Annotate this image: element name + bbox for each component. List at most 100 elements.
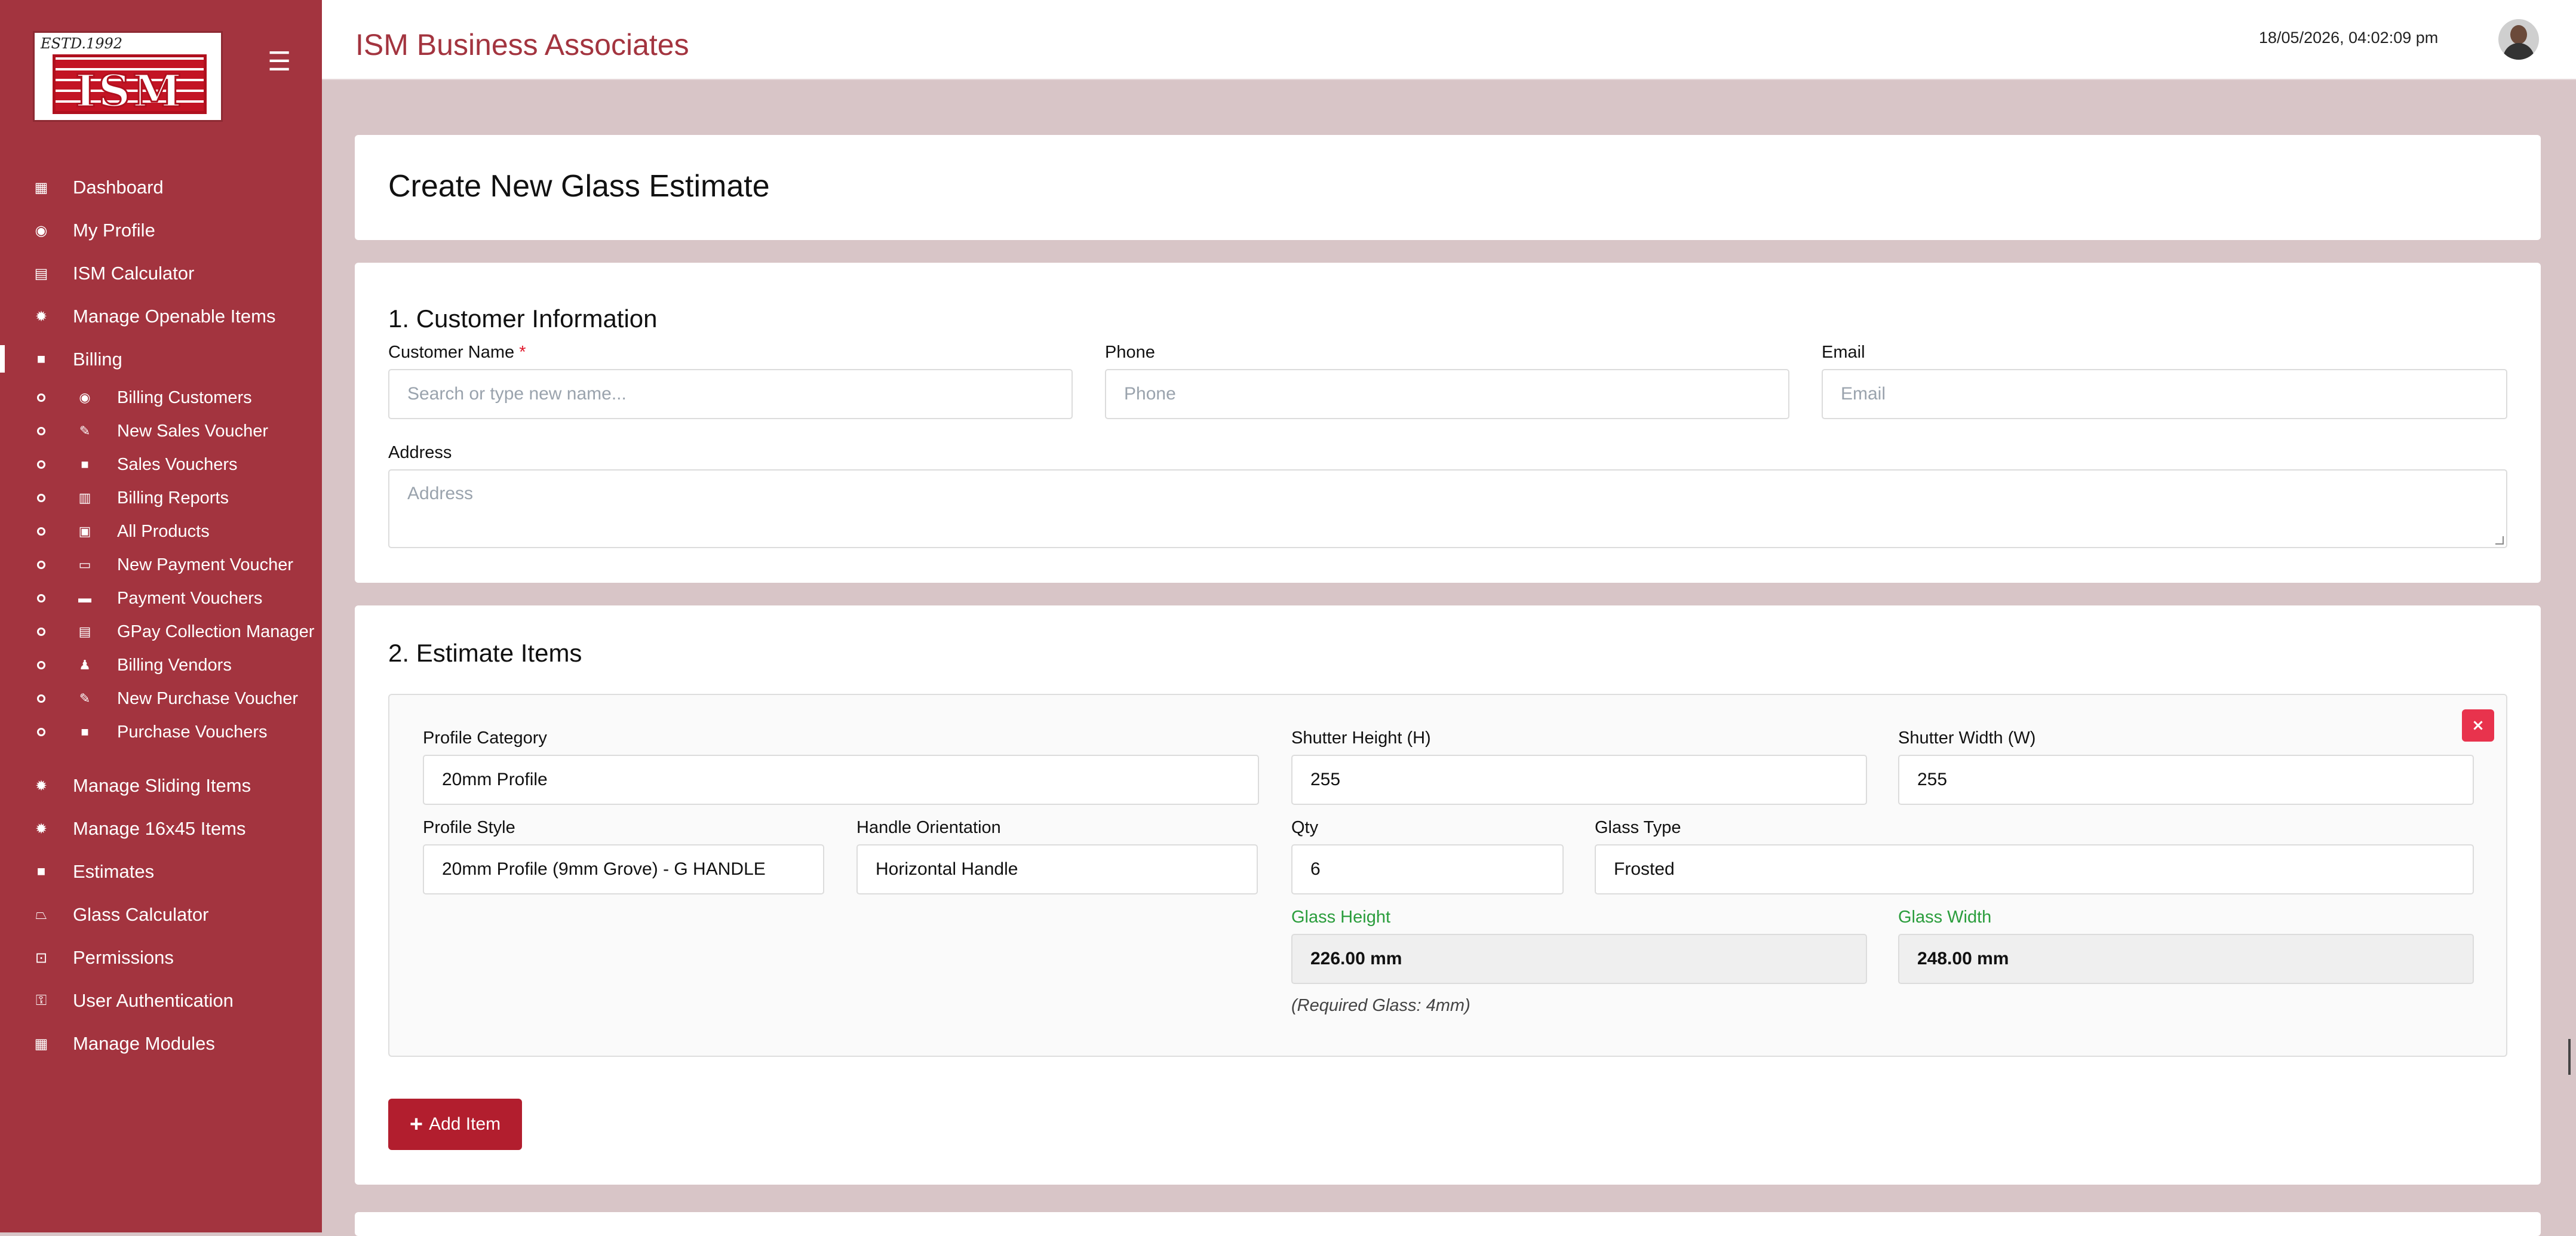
modules-icon: ▦	[34, 1035, 48, 1052]
sidebar-item-my-profile[interactable]: ◉ My Profile	[0, 209, 322, 252]
glass-width-output: 248.00 mm	[1898, 934, 2474, 984]
profile-style-select[interactable]: 20mm Profile (9mm Grove) - G HANDLE	[423, 844, 824, 894]
sidebar-subitem-new-payment-voucher[interactable]: ▭ New Payment Voucher	[0, 548, 322, 582]
header-datetime: 18/05/2026, 04:02:09 pm	[2259, 29, 2439, 47]
sidebar-subitem-all-products[interactable]: ▣ All Products	[0, 515, 322, 548]
sidebar-item-manage-16x45-items[interactable]: ✹ Manage 16x45 Items	[0, 807, 322, 850]
bullet-icon	[37, 561, 45, 569]
sidebar: ESTD.1992 ISM ☰ ▦ Dashboard ◉ My Profile ▤…	[0, 0, 322, 1232]
logo-estd: ESTD.1992	[41, 35, 123, 52]
bullet-icon	[37, 460, 45, 469]
sidebar-menu: ▦ Dashboard ◉ My Profile ▤ ISM Calculator ✹…	[0, 166, 322, 1065]
email-input[interactable]: Email	[1822, 369, 2507, 419]
glass-type-label: Glass Type	[1595, 818, 1681, 837]
customer-name-label: Customer Name *	[388, 343, 526, 362]
resize-handle-icon[interactable]	[2495, 536, 2504, 545]
bullet-icon	[37, 694, 45, 703]
bullet-icon	[37, 594, 45, 602]
sidebar-subitem-payment-vouchers[interactable]: ▬ Payment Vouchers	[0, 582, 322, 615]
glass-height-label: Glass Height	[1291, 908, 1391, 927]
sidebar-item-manage-modules[interactable]: ▦ Manage Modules	[0, 1022, 322, 1065]
glass-height-output: 226.00 mm	[1291, 934, 1867, 984]
bullet-icon	[37, 393, 45, 402]
remove-item-button[interactable]: ×	[2462, 709, 2494, 742]
avatar[interactable]	[2498, 19, 2539, 60]
customer-name-input[interactable]: Search or type new name...	[388, 369, 1073, 419]
receipt-icon: ■	[81, 457, 89, 472]
handle-orientation-label: Handle Orientation	[856, 818, 1001, 837]
sidebar-item-dashboard[interactable]: ▦ Dashboard	[0, 166, 322, 209]
sidebar-subitem-new-sales-voucher[interactable]: ✎ New Sales Voucher	[0, 414, 322, 448]
sidebar-item-manage-sliding-items[interactable]: ✹ Manage Sliding Items	[0, 764, 322, 807]
sidebar-subitem-billing-customers[interactable]: ◉ Billing Customers	[0, 381, 322, 414]
gear-icon: ✹	[35, 308, 48, 325]
sidebar-subitem-sales-vouchers[interactable]: ■ Sales Vouchers	[0, 448, 322, 481]
bullet-icon	[37, 494, 45, 502]
page-title-card: Create New Glass Estimate	[355, 135, 2541, 240]
profile-category-select[interactable]: 20mm Profile	[423, 755, 1259, 805]
shutter-height-label: Shutter Height (H)	[1291, 728, 1431, 748]
app-title: ISM Business Associates	[355, 28, 689, 62]
sidebar-subitem-billing-vendors[interactable]: ♟ Billing Vendors	[0, 648, 322, 682]
glass-type-select[interactable]: Frosted	[1595, 844, 2474, 894]
add-item-button[interactable]: + Add Item	[388, 1099, 522, 1150]
sidebar-item-ism-calculator[interactable]: ▤ ISM Calculator	[0, 252, 322, 295]
handle-orientation-select[interactable]: Horizontal Handle	[856, 844, 1258, 894]
profile-style-label: Profile Style	[423, 818, 515, 837]
shutter-width-input[interactable]: 255	[1898, 755, 2474, 805]
glass-width-label: Glass Width	[1898, 908, 1992, 927]
bullet-icon	[37, 527, 45, 536]
top-header: ISM Business Associates 18/05/2026, 04:0…	[322, 0, 2576, 80]
wallet-icon: ▬	[78, 591, 91, 605]
estimate-item: × Profile Category 20mm Profile Shutter …	[388, 694, 2507, 1057]
money-icon: ▭	[78, 557, 91, 572]
logo-mark: ISM	[53, 54, 207, 118]
plus-icon: +	[409, 1111, 423, 1137]
bullet-icon	[37, 661, 45, 669]
email-label: Email	[1822, 343, 1865, 362]
required-glass-note: (Required Glass: 4mm)	[1291, 996, 1470, 1015]
glass-icon: ⏢	[35, 906, 47, 923]
card-icon: ▤	[78, 624, 91, 639]
phone-input[interactable]: Phone	[1105, 369, 1789, 419]
customer-section-title: 1. Customer Information	[388, 305, 658, 333]
box-icon: ▣	[78, 524, 91, 539]
estimate-items-card: 2. Estimate Items × Profile Category 20m…	[355, 605, 2541, 1185]
sidebar-item-permissions[interactable]: ⊡ Permissions	[0, 936, 322, 979]
profile-category-label: Profile Category	[423, 728, 547, 748]
sidebar-subitem-gpay-collection-manager[interactable]: ▤ GPay Collection Manager	[0, 615, 322, 648]
scrollbar-thumb[interactable]	[2568, 1039, 2571, 1075]
edit-icon: ✎	[79, 423, 91, 438]
sidebar-item-billing[interactable]: ■ Billing	[0, 338, 322, 381]
edit-icon: ✎	[79, 691, 91, 706]
sidebar-item-manage-openable-items[interactable]: ✹ Manage Openable Items	[0, 295, 322, 338]
bullet-icon	[37, 427, 45, 435]
lock-icon: ⊡	[35, 949, 48, 966]
add-item-label: Add Item	[429, 1114, 501, 1134]
sidebar-item-user-authentication[interactable]: ⚿ User Authentication	[0, 979, 322, 1022]
items-section-title: 2. Estimate Items	[388, 639, 582, 667]
sidebar-item-glass-calculator[interactable]: ⏢ Glass Calculator	[0, 893, 322, 936]
company-logo[interactable]: ESTD.1992 ISM	[33, 31, 223, 122]
hamburger-icon[interactable]: ☰	[268, 49, 291, 75]
shutter-height-input[interactable]: 255	[1291, 755, 1867, 805]
sidebar-subitem-new-purchase-voucher[interactable]: ✎ New Purchase Voucher	[0, 682, 322, 715]
receipt-icon: ■	[81, 724, 89, 739]
sidebar-item-estimates[interactable]: ■ Estimates	[0, 850, 322, 893]
user-circle-icon: ◉	[35, 222, 48, 239]
qty-input[interactable]: 6	[1291, 844, 1564, 894]
calculator-icon: ▤	[34, 265, 48, 282]
sidebar-subitem-billing-reports[interactable]: ▥ Billing Reports	[0, 481, 322, 515]
bullet-icon	[37, 628, 45, 636]
document-icon: ■	[36, 863, 46, 880]
customer-info-card: 1. Customer Information Customer Name * …	[355, 263, 2541, 583]
gear-icon: ✹	[35, 820, 48, 837]
page-title: Create New Glass Estimate	[388, 169, 770, 204]
person-icon: ♟	[79, 657, 91, 672]
user-circle-icon: ◉	[79, 390, 91, 405]
sidebar-subitem-purchase-vouchers[interactable]: ■ Purchase Vouchers	[0, 715, 322, 749]
report-icon: ▥	[78, 490, 91, 505]
qty-label: Qty	[1291, 818, 1319, 837]
address-textarea[interactable]: Address	[388, 469, 2507, 548]
user-key-icon: ⚿	[35, 992, 47, 1009]
